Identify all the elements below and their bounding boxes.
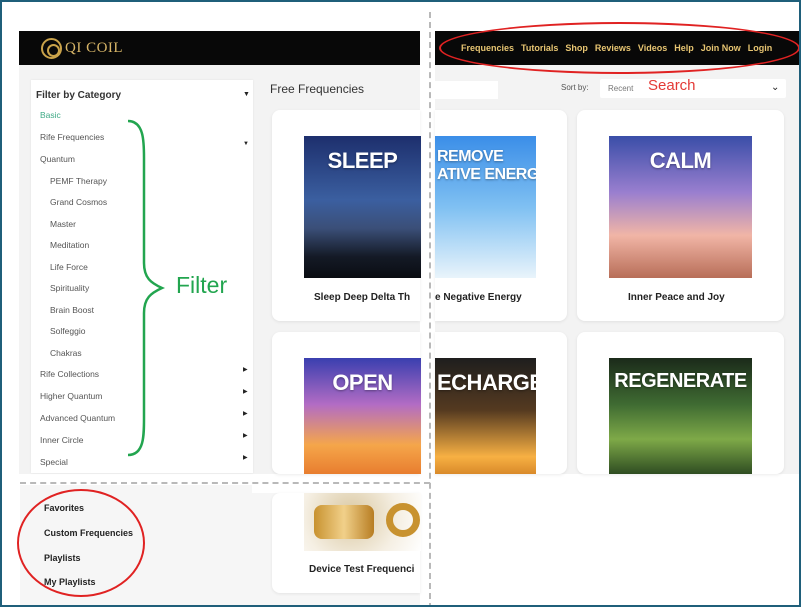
chevron-down-icon: ⌄ [771, 82, 780, 93]
caret-right-icon[interactable]: ▶ [243, 432, 248, 439]
category-spirituality[interactable]: Spirituality [50, 283, 89, 293]
coil-ring-icon [386, 503, 420, 537]
category-basic[interactable]: Basic [40, 110, 61, 120]
caret-right-icon[interactable]: ▶ [243, 410, 248, 417]
caret-right-icon[interactable]: ▶ [243, 366, 248, 373]
caret-right-icon[interactable]: ▶ [243, 388, 248, 395]
card-thumbnail[interactable]: REMOVE ATIVE ENERGY [435, 136, 536, 278]
nav-link-help[interactable]: Help [674, 43, 694, 53]
card-thumbnail[interactable] [304, 493, 421, 551]
card-image-word: REGENERATE [614, 370, 747, 392]
card-title[interactable]: Sleep Deep Delta Th [314, 292, 410, 303]
frequency-card[interactable]: ECHARGE [435, 332, 567, 474]
nav-link-tutorials[interactable]: Tutorials [521, 43, 558, 53]
category-rife-frequencies[interactable]: Rife Frequencies [40, 132, 104, 142]
card-thumbnail[interactable]: ECHARGE [435, 358, 536, 474]
library-link-custom-frequencies[interactable]: Custom Frequencies [44, 528, 133, 538]
category-chakras[interactable]: Chakras [50, 348, 82, 358]
category-quantum[interactable]: Quantum [40, 154, 75, 164]
frequency-card[interactable]: REGENERATE [577, 332, 784, 474]
screenshot-frame: QI COIL Frequencies Tutorials Shop Reviews V… [0, 0, 801, 607]
category-life-force[interactable]: Life Force [50, 262, 88, 272]
caret-down-icon[interactable]: ▼ [243, 91, 250, 98]
card-image-word: OPEN [332, 370, 393, 395]
library-link-favorites[interactable]: Favorites [44, 503, 84, 513]
frequency-card[interactable]: Device Test Frequenci [272, 493, 421, 593]
category-higher-quantum[interactable]: Higher Quantum [40, 391, 102, 401]
frequency-card[interactable]: CALM Inner Peace and Joy [577, 110, 784, 321]
category-master[interactable]: Master [50, 219, 76, 229]
filter-annotation-label: Filter [176, 272, 228, 298]
nav-link-shop[interactable]: Shop [565, 43, 588, 53]
nav-link-join-now[interactable]: Join Now [701, 43, 741, 53]
card-title[interactable]: Inner Peace and Joy [628, 292, 725, 303]
filter-title: Filter by Category [36, 90, 122, 101]
card-image-word: ECHARGE [437, 370, 536, 395]
category-advanced-quantum[interactable]: Advanced Quantum [40, 413, 115, 423]
card-thumbnail[interactable]: OPEN [304, 358, 421, 474]
category-grand-cosmos[interactable]: Grand Cosmos [50, 197, 107, 207]
brand-logo[interactable]: QI COIL [41, 36, 123, 60]
frequency-card[interactable]: REMOVE ATIVE ENERGY e Negative Energy [435, 110, 567, 321]
library-link-my-playlists[interactable]: My Playlists [44, 577, 96, 587]
caret-down-icon[interactable]: ▼ [243, 141, 249, 147]
divider-vertical [429, 12, 431, 605]
header-bar: QI COIL [19, 31, 420, 65]
caret-right-icon[interactable]: ▶ [243, 454, 248, 461]
card-title[interactable]: Device Test Frequenci [309, 564, 414, 575]
card-thumbnail[interactable]: REGENERATE [609, 358, 752, 474]
search-input[interactable] [435, 81, 498, 99]
nav-link-login[interactable]: Login [748, 43, 773, 53]
category-special[interactable]: Special [40, 457, 68, 467]
qi-coil-logo-icon [41, 37, 62, 59]
nav-link-videos[interactable]: Videos [638, 43, 667, 53]
library-link-playlists[interactable]: Playlists [44, 553, 81, 563]
card-image-word: CALM [649, 148, 712, 173]
category-inner-circle[interactable]: Inner Circle [40, 435, 83, 445]
brand-name: QI COIL [65, 39, 124, 56]
category-meditation[interactable]: Meditation [50, 240, 89, 250]
search-annotation-label: Search [648, 77, 696, 94]
category-pemf-therapy[interactable]: PEMF Therapy [50, 176, 107, 186]
page-title: Free Frequencies [270, 82, 365, 96]
device-coil-icon [314, 505, 374, 539]
sort-label: Sort by: [561, 83, 589, 92]
card-image-word: REMOVE ATIVE ENERGY [437, 148, 536, 183]
card-thumbnail[interactable]: SLEEP [304, 136, 421, 278]
header-bar-nav: Frequencies Tutorials Shop Reviews Videos Hel… [435, 31, 799, 65]
divider-horizontal [20, 482, 430, 484]
category-rife-collections[interactable]: Rife Collections [40, 369, 99, 379]
nav-link-frequencies[interactable]: Frequencies [461, 43, 514, 53]
frequency-card[interactable]: SLEEP Sleep Deep Delta Th [272, 110, 421, 321]
nav-link-reviews[interactable]: Reviews [595, 43, 631, 53]
category-solfeggio[interactable]: Solfeggio [50, 326, 85, 336]
main-navigation: Frequencies Tutorials Shop Reviews Videos Hel… [461, 31, 772, 65]
card-thumbnail[interactable]: CALM [609, 136, 752, 278]
sort-selected-value: Recent [608, 84, 634, 93]
category-brain-boost[interactable]: Brain Boost [50, 305, 94, 315]
filter-brace-mark [127, 119, 166, 457]
frequency-card[interactable]: OPEN [272, 332, 421, 474]
card-title[interactable]: e Negative Energy [435, 292, 522, 303]
card-image-word: SLEEP [327, 148, 398, 173]
